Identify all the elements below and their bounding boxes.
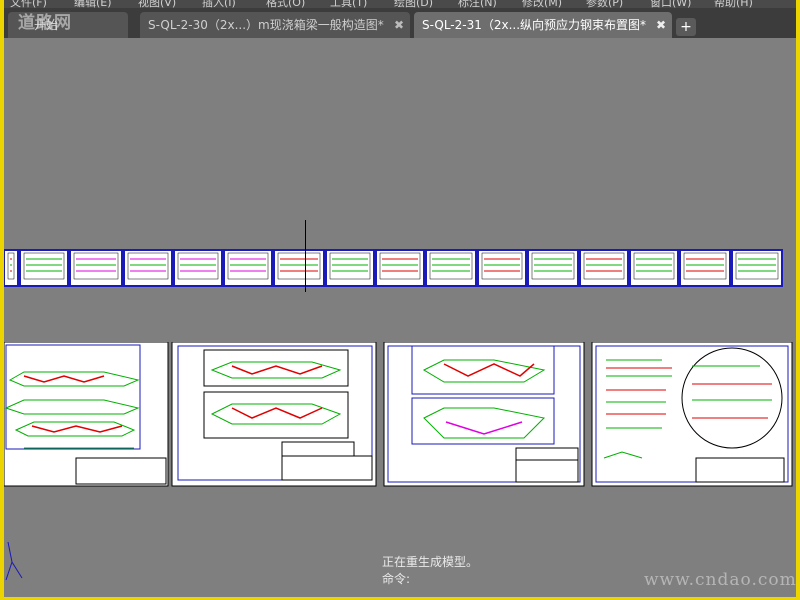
- tab-label: S-QL-2-30（2x...）m现浇箱梁一般构造图*: [148, 18, 384, 32]
- thumbnail-sheet[interactable]: [629, 249, 679, 287]
- thumbnail-sheet[interactable]: [69, 249, 123, 287]
- menu-item-parametric[interactable]: 参数(P): [586, 0, 623, 8]
- command-prompt: 命令:: [382, 572, 411, 586]
- thumbnail-sheet[interactable]: [375, 249, 425, 287]
- thumbnail-sheet[interactable]: [173, 249, 223, 287]
- file-tab-bar: 开始 S-QL-2-30（2x...）m现浇箱梁一般构造图* ✖ S-QL-2-…: [4, 8, 796, 38]
- menu-item-file[interactable]: 文件(F): [10, 0, 47, 8]
- watermark-url: www.cndao.com: [644, 570, 796, 590]
- tab-drawing-30[interactable]: S-QL-2-30（2x...）m现浇箱梁一般构造图* ✖: [140, 12, 410, 38]
- menu-item-draw[interactable]: 绘图(D): [394, 0, 433, 8]
- ucs-icon: [5, 541, 23, 581]
- tab-drawing-31[interactable]: S-QL-2-31（2x...纵向预应力钢束布置图* ✖: [414, 12, 672, 38]
- menu-item-format[interactable]: 格式(O): [266, 0, 305, 8]
- thumbnail-sheet[interactable]: [223, 249, 273, 287]
- drawing-canvas[interactable]: [4, 38, 796, 597]
- menu-item-edit[interactable]: 编辑(E): [74, 0, 112, 8]
- thumbnail-sheet[interactable]: [679, 249, 731, 287]
- watermark-logo: 道路网: [18, 13, 72, 33]
- menu-item-insert[interactable]: 插入(I): [202, 0, 236, 8]
- sheet-row-large: [4, 342, 793, 487]
- close-icon[interactable]: ✖: [656, 12, 666, 38]
- menu-item-window[interactable]: 窗口(W): [650, 0, 691, 8]
- menu-item-view[interactable]: 视图(V): [138, 0, 176, 8]
- sheet-tendon-detail[interactable]: [591, 342, 793, 487]
- menu-item-dimension[interactable]: 标注(N): [458, 0, 497, 8]
- crosshair-cursor: [305, 220, 306, 292]
- sheet-cross-section-b[interactable]: [171, 342, 377, 487]
- app-window: 文件(F) 编辑(E) 视图(V) 插入(I) 格式(O) 工具(T) 绘图(D…: [4, 0, 796, 597]
- sheet-cross-section-a[interactable]: [4, 342, 169, 487]
- menu-item-tools[interactable]: 工具(T): [330, 0, 367, 8]
- thumbnail-sheet[interactable]: [4, 249, 19, 287]
- command-line[interactable]: 正在重生成模型。 命令:: [382, 554, 478, 588]
- thumbnail-sheet[interactable]: [123, 249, 173, 287]
- thumbnail-sheet[interactable]: [273, 249, 325, 287]
- tab-label: S-QL-2-31（2x...纵向预应力钢束布置图*: [422, 18, 647, 32]
- thumbnail-sheet[interactable]: [527, 249, 579, 287]
- close-icon[interactable]: ✖: [394, 12, 404, 38]
- sheet-strip-small: [4, 249, 783, 287]
- command-history: 正在重生成模型。: [382, 555, 479, 569]
- menu-bar: 文件(F) 编辑(E) 视图(V) 插入(I) 格式(O) 工具(T) 绘图(D…: [4, 0, 796, 8]
- thumbnail-sheet[interactable]: [325, 249, 375, 287]
- thumbnail-sheet[interactable]: [477, 249, 527, 287]
- thumbnail-sheet[interactable]: [579, 249, 629, 287]
- menu-item-help[interactable]: 帮助(H): [714, 0, 753, 8]
- thumbnail-sheet[interactable]: [425, 249, 477, 287]
- thumbnail-sheet[interactable]: [731, 249, 783, 287]
- new-tab-button[interactable]: +: [676, 18, 696, 36]
- menu-item-modify[interactable]: 修改(M): [522, 0, 562, 8]
- thumbnail-sheet[interactable]: [19, 249, 69, 287]
- sheet-cross-section-c[interactable]: [383, 342, 585, 487]
